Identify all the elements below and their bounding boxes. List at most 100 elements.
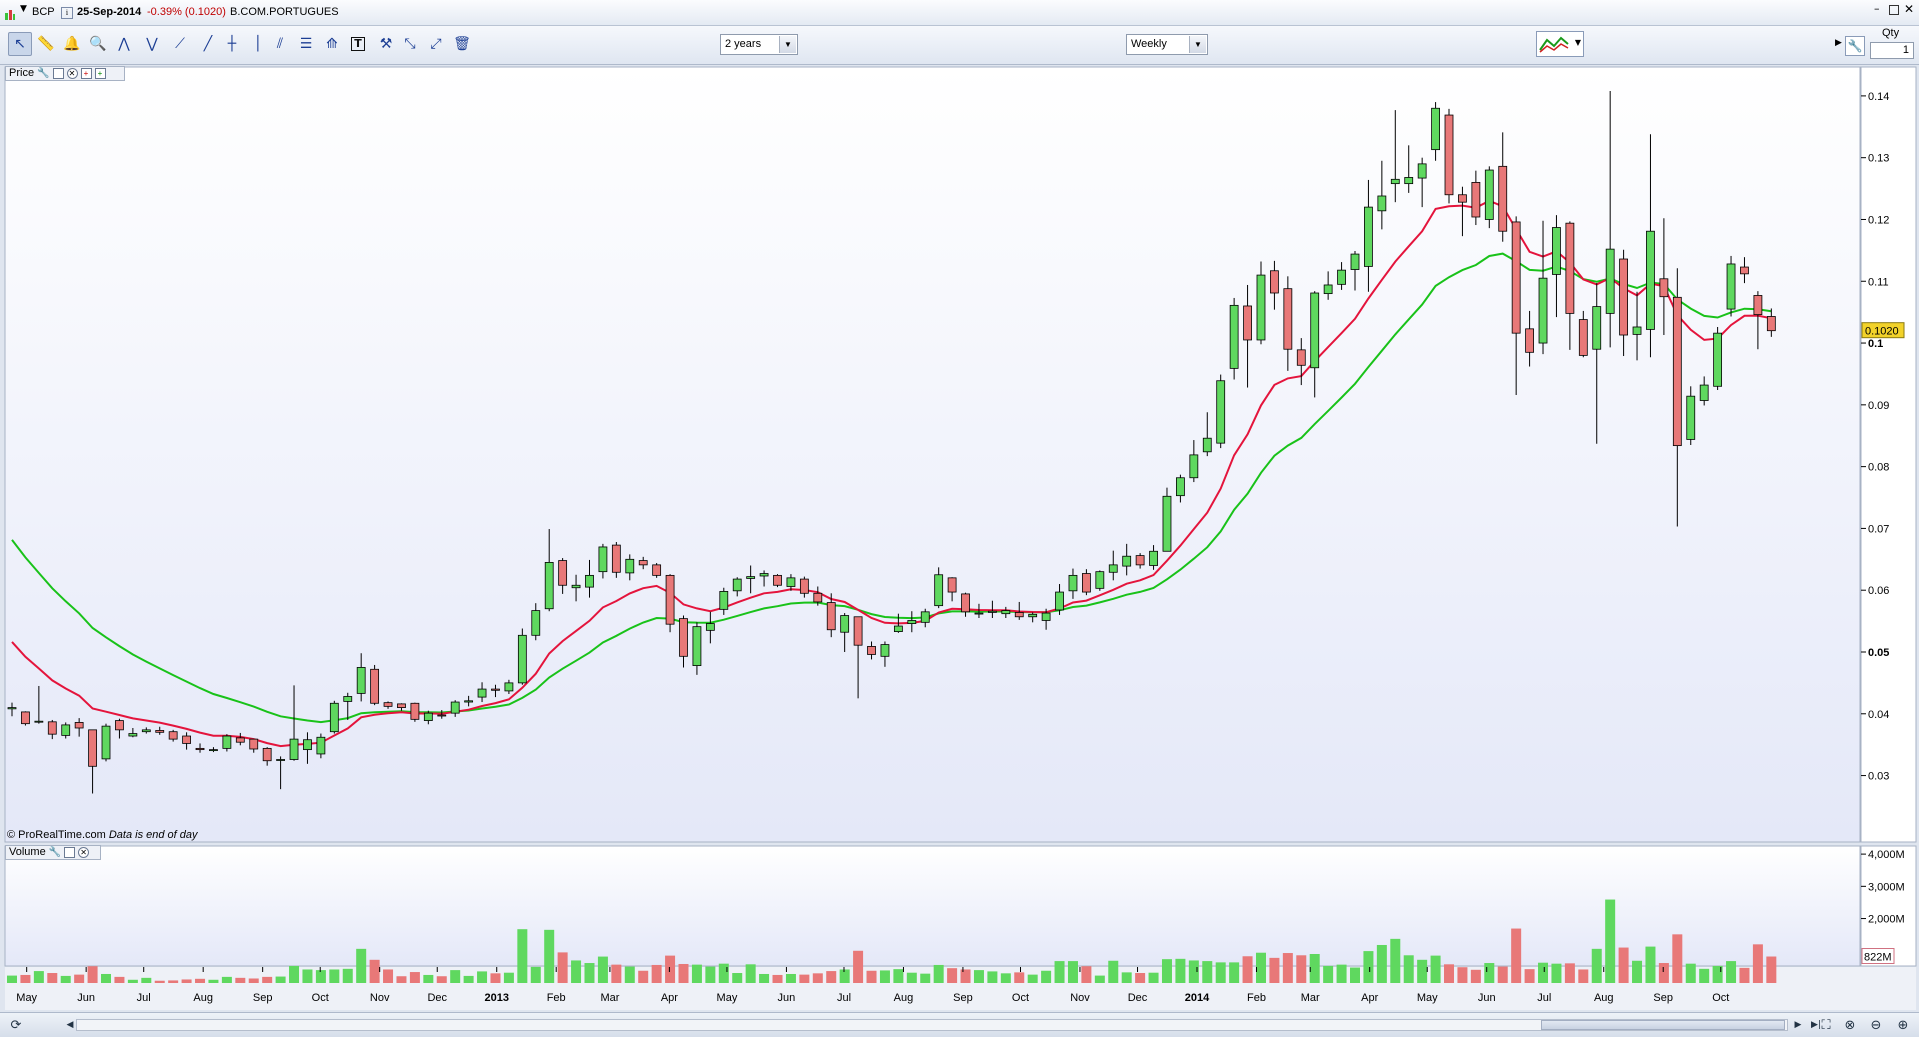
- volume-bar: [181, 979, 192, 983]
- add-indicator-green-icon[interactable]: +: [94, 68, 106, 79]
- volume-bar: [1726, 961, 1737, 983]
- extend-line-icon[interactable]: ⤡: [398, 32, 422, 56]
- symbol-dropdown-icon[interactable]: ▼: [20, 4, 27, 14]
- qty-input[interactable]: 1: [1870, 42, 1914, 59]
- volume-panel-header[interactable]: Volume 🔧 ✕: [5, 845, 101, 860]
- hammer-icon[interactable]: ⚒: [374, 32, 398, 56]
- volume-bar: [315, 970, 326, 983]
- volume-bar: [517, 929, 528, 983]
- close-panel-icon[interactable]: ✕: [66, 68, 78, 79]
- volume-bar: [1578, 969, 1589, 983]
- trendline-icon[interactable]: ⟋: [168, 32, 192, 56]
- window-icon[interactable]: [52, 68, 64, 79]
- wrench-icon[interactable]: 🔧: [1845, 36, 1865, 56]
- candle: [329, 700, 339, 734]
- alarm-bell-icon[interactable]: 🔔: [60, 32, 84, 56]
- line-icon[interactable]: ╱: [196, 32, 220, 56]
- candle-body: [1216, 380, 1226, 444]
- candle-body: [558, 560, 568, 586]
- candle-body: [517, 634, 527, 684]
- candle-body: [1108, 564, 1118, 573]
- volume-bar: [745, 964, 756, 983]
- interval-select[interactable]: Weekly ▼: [1126, 34, 1208, 55]
- vertical-line-icon[interactable]: │: [246, 32, 270, 56]
- volume-bar: [624, 966, 635, 983]
- period-select[interactable]: 2 years ▼: [720, 34, 798, 55]
- volume-bar: [1255, 952, 1266, 983]
- volume-bar: [947, 968, 958, 983]
- ruler-icon[interactable]: 📏: [34, 32, 58, 56]
- volume-bar: [718, 963, 729, 983]
- candle-body: [746, 576, 756, 579]
- scroll-right-icon[interactable]: ▶: [1788, 1015, 1808, 1035]
- volume-bar: [1041, 970, 1052, 983]
- maximize-icon[interactable]: [1889, 5, 1899, 15]
- candle-body: [773, 574, 782, 586]
- volume-bar: [1161, 959, 1172, 983]
- candle: [1162, 487, 1172, 552]
- panel-arrow-icon[interactable]: ▶: [1835, 38, 1842, 48]
- scrollbar-thumb[interactable]: [1541, 1020, 1785, 1030]
- zoom-fit-icon[interactable]: ⛶: [1816, 1015, 1836, 1035]
- time-tick-label: Feb: [547, 992, 566, 1004]
- pointer-icon[interactable]: ↖: [8, 32, 32, 56]
- volume-bar: [1685, 963, 1696, 983]
- candle-body: [1189, 454, 1199, 479]
- candle-body: [799, 578, 809, 594]
- volume-bar: [356, 948, 367, 983]
- time-tick-label: Sep: [953, 992, 973, 1004]
- app-icon: [4, 6, 16, 20]
- candle-body: [1404, 177, 1414, 185]
- zoom-out-icon[interactable]: ⊖: [1866, 1015, 1886, 1035]
- time-tick-label: Nov: [370, 992, 390, 1004]
- zoom-range-icon[interactable]: ⊗: [1840, 1015, 1860, 1035]
- close-icon[interactable]: ✕: [1904, 2, 1914, 16]
- price-panel-header[interactable]: Price 🔧 ✕ + +: [5, 66, 125, 81]
- candle-body: [571, 584, 581, 589]
- volume-bar: [1457, 967, 1468, 983]
- volume-bar: [1430, 955, 1441, 983]
- candle-body: [1001, 610, 1011, 615]
- add-indicator-icon[interactable]: +: [80, 68, 92, 79]
- volume-bar: [1497, 966, 1508, 983]
- ray-icon[interactable]: ⤢: [424, 32, 448, 56]
- volume-bar: [1027, 974, 1038, 983]
- candle-body: [397, 703, 406, 709]
- candle-body: [115, 720, 124, 731]
- volume-bar: [920, 973, 931, 983]
- fibonacci-icon[interactable]: ⫽: [268, 32, 292, 56]
- candle: [665, 574, 675, 633]
- minimize-icon[interactable]: –: [1874, 2, 1880, 15]
- horizontal-scrollbar[interactable]: [76, 1019, 1788, 1031]
- wrench-icon[interactable]: 🔧: [49, 846, 61, 859]
- candle-body: [1323, 284, 1333, 295]
- candle-body: [437, 714, 447, 717]
- volume-bar: [235, 977, 246, 983]
- wrench-icon[interactable]: 🔧: [37, 67, 49, 80]
- text-tool-icon[interactable]: T: [346, 32, 370, 56]
- horizontal-line-icon[interactable]: ┼: [220, 32, 244, 56]
- refresh-icon[interactable]: ⟳: [6, 1015, 26, 1035]
- pattern-icon[interactable]: ⋀: [112, 32, 136, 56]
- candle-body: [168, 731, 178, 740]
- chart-area[interactable]: 0.14 0.13 0.12 0.11 0.1 0.09 0.08 0.07 0.06 0.05 0…: [0, 65, 1919, 1011]
- time-tick-label: Sep: [1653, 992, 1673, 1004]
- volume-bar: [1336, 964, 1347, 983]
- trash-icon[interactable]: 🗑: [450, 32, 474, 56]
- chart-type-button[interactable]: ▼: [1536, 31, 1584, 57]
- zoom-icon[interactable]: 🔍: [86, 32, 110, 56]
- symbol-label[interactable]: BCP: [32, 6, 55, 18]
- window-icon[interactable]: [64, 847, 76, 858]
- candle-body: [504, 682, 514, 692]
- trend-pattern-icon[interactable]: ⋁: [140, 32, 164, 56]
- time-tick-label: Aug: [193, 992, 213, 1004]
- candle-body: [316, 736, 326, 755]
- zoom-in-icon[interactable]: ⊕: [1893, 1015, 1913, 1035]
- volume-bar: [1067, 961, 1078, 983]
- info-icon[interactable]: i: [61, 7, 73, 19]
- regression-icon[interactable]: ⟰: [320, 32, 344, 56]
- close-panel-icon[interactable]: ✕: [78, 847, 90, 858]
- channel-icon[interactable]: ☰: [294, 32, 318, 56]
- candle-body: [249, 738, 259, 750]
- candle-body: [867, 646, 876, 655]
